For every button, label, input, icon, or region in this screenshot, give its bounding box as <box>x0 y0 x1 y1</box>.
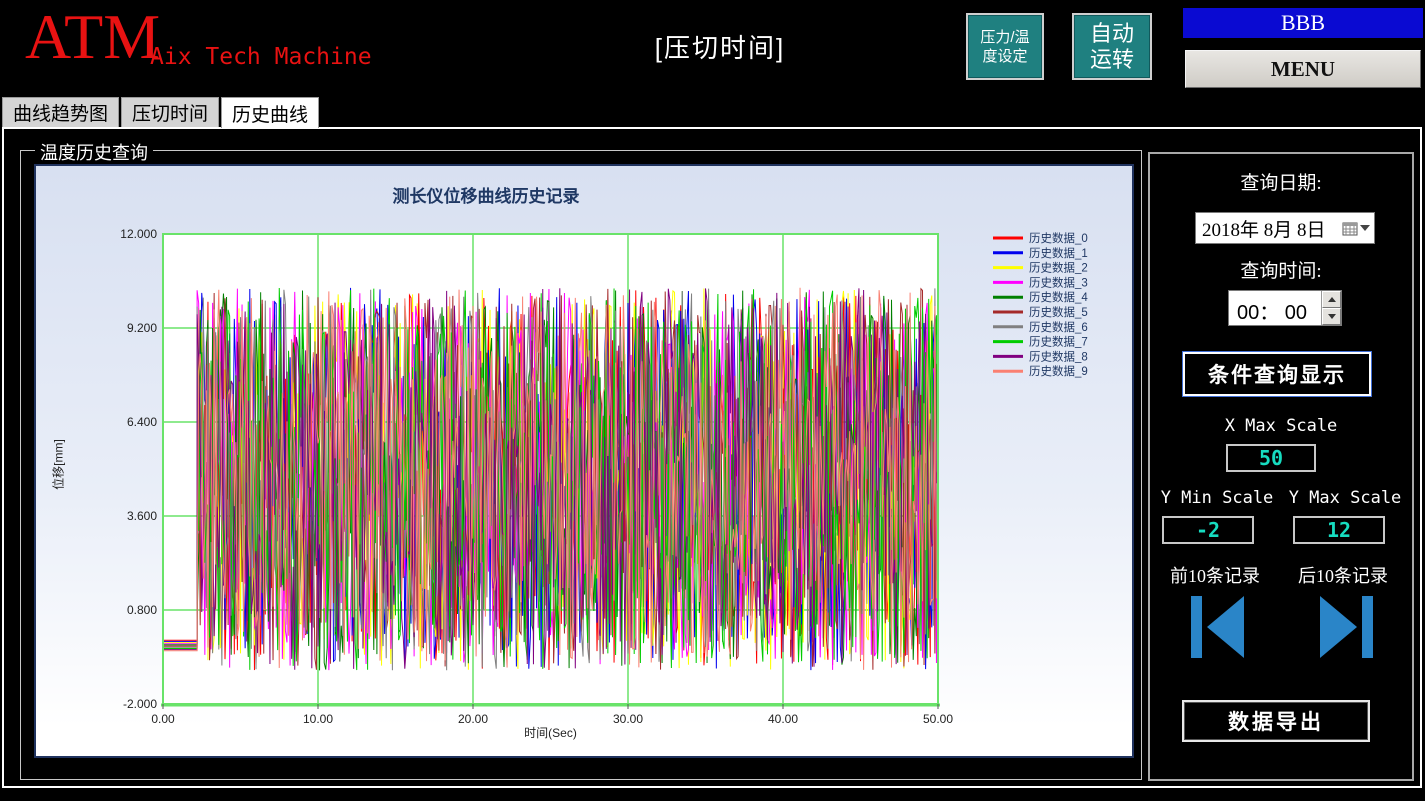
prev-10-records-label: 前10条记录 <box>1170 566 1260 586</box>
legend-label-5: 历史数据_5 <box>1029 305 1088 319</box>
calendar-icon <box>1342 222 1358 235</box>
query-panel: 查询日期: 2018年 8月 8日 查询时间: 00： 00 条件查询显示 X … <box>1148 152 1414 781</box>
query-date-label: 查询日期: <box>1240 173 1322 194</box>
legend-label-8: 历史数据_8 <box>1029 349 1088 363</box>
menu-button[interactable]: MENU <box>1185 50 1421 88</box>
skip-back-button[interactable] <box>1186 596 1250 658</box>
date-dropdown-arrow-icon[interactable] <box>1360 225 1370 231</box>
auto-run-button[interactable]: 自动 运转 <box>1072 13 1152 80</box>
data-export-button[interactable]: 数据导出 <box>1182 700 1370 742</box>
auto-run-label: 自动 运转 <box>1089 20 1134 72</box>
y-tick-label: -2.000 <box>123 697 157 711</box>
tab-bar: 曲线趋势图 压切时间 历史曲线 <box>2 97 320 128</box>
y-max-scale-field[interactable]: 12 <box>1293 516 1385 544</box>
query-date-picker[interactable]: 2018年 8月 8日 <box>1195 212 1375 244</box>
query-time-value: 00： 00 <box>1237 302 1308 324</box>
chart-x-axis-title: 时间(Sec) <box>524 726 577 740</box>
status-banner: BBB <box>1183 8 1423 38</box>
next-10-records-label: 后10条记录 <box>1298 566 1388 586</box>
x-max-scale-label: X Max Scale <box>1224 416 1338 436</box>
legend-label-1: 历史数据_1 <box>1029 246 1088 260</box>
y-max-scale-label: Y Max Scale <box>1288 488 1402 508</box>
chart-y-axis-title: 位移[mm] <box>51 439 66 490</box>
time-spin-down-button[interactable] <box>1322 308 1341 325</box>
y-tick-label: 6.400 <box>127 415 157 429</box>
conditional-query-button[interactable]: 条件查询显示 <box>1182 351 1372 397</box>
page-title: [压切时间] <box>654 33 786 63</box>
tab-press-cut-time[interactable]: 压切时间 <box>121 97 220 127</box>
y-tick-label: 9.200 <box>127 321 157 335</box>
pressure-temp-setting-label: 压力/温 度设定 <box>980 28 1030 65</box>
x-max-scale-field[interactable]: 50 <box>1226 444 1316 472</box>
y-min-scale-label: Y Min Scale <box>1160 488 1274 508</box>
pressure-temp-setting-button[interactable]: 压力/温 度设定 <box>966 13 1044 80</box>
main-content: 温度历史查询 12.000 9.200 6.400 3.600 0.800 -2.000 0… <box>2 127 1422 788</box>
y-tick-label: 0.800 <box>127 603 157 617</box>
hmi-screen: ATM Aix Tech Machine [压切时间] 压力/温 度设定 自动 … <box>0 0 1425 801</box>
app-logo-subtitle: Aix Tech Machine <box>150 44 372 70</box>
legend-label-4: 历史数据_4 <box>1029 290 1088 304</box>
temperature-history-groupbox: 温度历史查询 12.000 9.200 6.400 3.600 0.800 -2.000 0… <box>20 139 1142 780</box>
legend-label-2: 历史数据_2 <box>1029 261 1088 275</box>
tab-history-curve[interactable]: 历史曲线 <box>221 97 320 128</box>
query-time-input[interactable]: 00： 00 <box>1228 290 1342 326</box>
skip-forward-button[interactable] <box>1314 596 1378 658</box>
legend-label-7: 历史数据_7 <box>1029 335 1088 349</box>
time-spinner <box>1321 291 1341 325</box>
legend-label-6: 历史数据_6 <box>1029 320 1088 334</box>
time-spin-up-button[interactable] <box>1322 291 1341 308</box>
y-tick-label: 3.600 <box>127 509 157 523</box>
up-arrow-icon <box>1327 297 1336 302</box>
y-min-scale-field[interactable]: -2 <box>1162 516 1254 544</box>
query-time-label: 查询时间: <box>1240 261 1322 282</box>
query-date-value: 2018年 8月 8日 <box>1202 219 1326 241</box>
legend-label-3: 历史数据_3 <box>1029 275 1088 289</box>
app-logo: ATM <box>25 1 161 72</box>
legend-label-9: 历史数据_9 <box>1029 364 1088 378</box>
history-chart-svg: 12.0009.2006.4003.6000.800-2.0000.00 10.0… <box>120 227 1088 726</box>
y-tick-label: 12.000 <box>120 227 157 241</box>
chart-title: 测长仪位移曲线历史记录 <box>392 187 580 206</box>
groupbox-label: 温度历史查询 <box>35 139 153 165</box>
tab-curve-trend[interactable]: 曲线趋势图 <box>2 97 120 127</box>
down-arrow-icon <box>1327 314 1336 319</box>
history-chart-panel: 12.000 9.200 6.400 3.600 0.800 -2.000 0.00 10.0… <box>34 164 1134 758</box>
legend-label-0: 历史数据_0 <box>1029 231 1088 245</box>
